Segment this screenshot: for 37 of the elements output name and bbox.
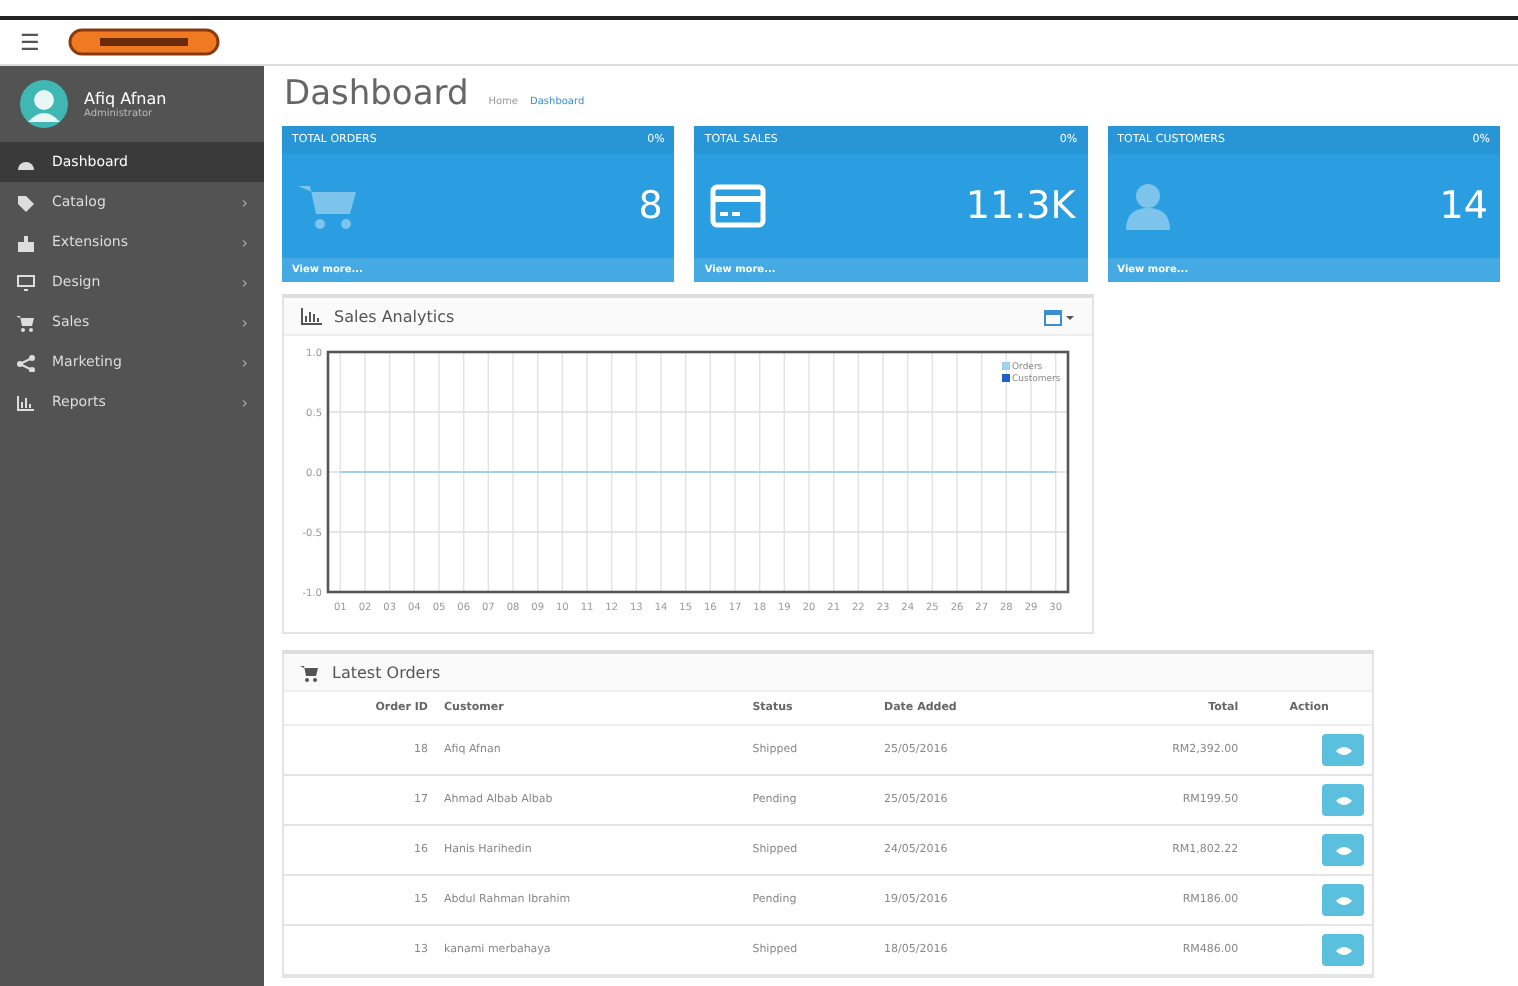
chevron-icon: ›: [241, 313, 248, 331]
view-button[interactable]: [1322, 734, 1364, 766]
credit-card-icon: [710, 184, 767, 228]
cart-icon: [16, 313, 36, 331]
tag-icon: [16, 193, 36, 211]
view-button[interactable]: [1322, 934, 1364, 966]
eye-icon: [1335, 945, 1351, 955]
view-button[interactable]: [1322, 834, 1364, 866]
eye-icon: [1335, 895, 1351, 905]
menu-button[interactable]: ☰: [20, 29, 40, 55]
eye-icon: [1335, 745, 1351, 755]
chevron-icon: ›: [241, 193, 248, 211]
eye-icon: [1335, 795, 1351, 805]
page-title: Dashboard: [284, 74, 469, 114]
panel-title: Latest Orders: [332, 663, 443, 681]
cart-icon: [298, 182, 358, 230]
tile-value: 11.3K: [965, 184, 1076, 228]
chevron-icon: ›: [241, 233, 248, 251]
chevron-icon: ›: [241, 393, 248, 411]
tile-value: 8: [638, 184, 663, 228]
user-icon: [1123, 182, 1172, 230]
chevron-icon: ›: [241, 273, 248, 291]
avatar-icon: [20, 80, 68, 128]
view-button[interactable]: [1322, 884, 1364, 916]
logo-icon: [68, 28, 220, 56]
tile-value: 14: [1439, 184, 1488, 228]
monitor-icon: [16, 273, 36, 291]
chart-icon: [16, 393, 36, 411]
eye-icon: [1335, 845, 1351, 855]
chevron-icon: ›: [241, 353, 248, 371]
cart-icon: [300, 663, 320, 681]
view-button[interactable]: [1322, 784, 1364, 816]
user-name: Afiq Afnan: [84, 89, 167, 107]
panel-title: Sales Analytics: [334, 307, 457, 325]
share-icon: [16, 353, 36, 371]
calendar-icon[interactable]: [1044, 307, 1076, 325]
bar-chart-icon: [300, 307, 322, 325]
